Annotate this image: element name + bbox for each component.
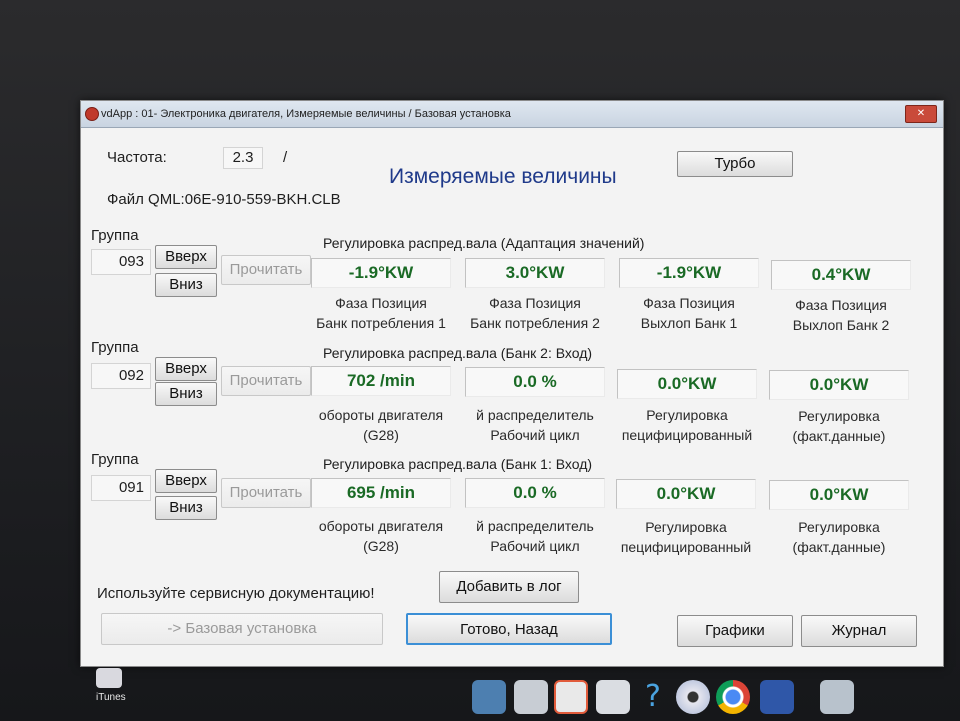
- app-icon: [85, 107, 99, 121]
- chrome-icon[interactable]: [716, 680, 750, 714]
- group-number-field[interactable]: 091: [91, 475, 151, 501]
- value-desc-line2: Рабочий цикл: [490, 427, 580, 443]
- group-label: Группа: [91, 451, 139, 468]
- value-desc-line2: Банк потребления 1: [316, 315, 446, 331]
- group-up-button[interactable]: Вверх: [155, 357, 217, 381]
- turbo-button[interactable]: Турбо: [677, 151, 793, 177]
- frequency-separator: /: [283, 149, 288, 166]
- service-note: Используйте сервисную документацию!: [97, 585, 375, 602]
- disc-icon[interactable]: [676, 680, 710, 714]
- group-down-button[interactable]: Вниз: [155, 382, 217, 406]
- add-to-log-button[interactable]: Добавить в лог: [439, 571, 579, 603]
- value-desc-line1: Фаза Позиция: [795, 297, 887, 313]
- book-icon[interactable]: [760, 680, 794, 714]
- value-cell: 0.4°KW: [771, 260, 911, 290]
- read-button[interactable]: Прочитать: [221, 366, 311, 396]
- group-label: Группа: [91, 339, 139, 356]
- value-desc-line2: (факт.данные): [792, 428, 886, 444]
- close-button[interactable]: ✕: [905, 105, 937, 123]
- value-cell: 702 /min: [311, 366, 451, 396]
- journal-button[interactable]: Журнал: [801, 615, 917, 647]
- value-cell: 695 /min: [311, 478, 451, 508]
- group-down-button[interactable]: Вниз: [155, 496, 217, 520]
- value-cell: 0.0°KW: [617, 369, 757, 399]
- group-label: Группа: [91, 227, 139, 244]
- folder-icon[interactable]: [514, 680, 548, 714]
- group-caption: Регулировка распред.вала (Банк 1: Вход): [323, 456, 593, 472]
- value-cell: -1.9°KW: [311, 258, 451, 288]
- window-title: vdApp : 01- Электроника двигателя, Измер…: [101, 108, 511, 120]
- frequency-label: Частота:: [107, 149, 167, 166]
- done-back-button[interactable]: Готово, Назад: [406, 613, 612, 645]
- value-cell: 0.0°KW: [769, 480, 909, 510]
- app-window: vdApp : 01- Электроника двигателя, Измер…: [80, 100, 944, 667]
- group-up-button[interactable]: Вверх: [155, 469, 217, 493]
- value-desc-line1: Фаза Позиция: [335, 295, 427, 311]
- value-desc-line2: пецифицированный: [620, 539, 752, 555]
- value-desc-line2: Рабочий цикл: [490, 538, 580, 554]
- frequency-value: 2.3: [223, 147, 263, 169]
- help-icon[interactable]: ?: [636, 680, 670, 714]
- value-desc-line1: Фаза Позиция: [489, 295, 581, 311]
- value-cell: -1.9°KW: [619, 258, 759, 288]
- itunes-label: iTunes: [96, 692, 126, 703]
- value-desc-line2: (факт.данные): [792, 539, 886, 555]
- group-caption: Регулировка распред.вала (Адаптация знач…: [323, 235, 645, 251]
- value-cell: 0.0°KW: [616, 479, 756, 509]
- value-desc-line1: Регулировка: [645, 519, 727, 535]
- value-desc-line2: Банк потребления 2: [470, 315, 600, 331]
- value-desc-line1: обороты двигателя: [318, 407, 444, 423]
- value-desc-line1: Регулировка: [798, 519, 880, 535]
- value-desc-line1: Фаза Позиция: [643, 295, 735, 311]
- computer-icon[interactable]: [472, 680, 506, 714]
- title-bar: vdApp : 01- Электроника двигателя, Измер…: [81, 101, 943, 128]
- basic-setting-button[interactable]: -> Базовая установка: [101, 613, 383, 645]
- value-desc-line2: Выхлоп Банк 1: [640, 315, 738, 331]
- group-caption: Регулировка распред.вала (Банк 2: Вход): [323, 345, 593, 361]
- read-button[interactable]: Прочитать: [221, 255, 311, 285]
- itunes-desktop-icon[interactable]: iTunes: [90, 668, 130, 708]
- itunes-icon: [96, 668, 122, 688]
- value-desc-line1: й распределитель: [476, 518, 594, 534]
- group-up-button[interactable]: Вверх: [155, 245, 217, 269]
- group-down-button[interactable]: Вниз: [155, 273, 217, 297]
- trash-icon[interactable]: [820, 680, 854, 714]
- file-label: Файл QML:06E-910-559-BKH.CLB: [107, 191, 341, 208]
- read-button[interactable]: Прочитать: [221, 478, 311, 508]
- camera-icon[interactable]: [596, 680, 630, 714]
- vdapp-taskbar-icon[interactable]: [554, 680, 588, 714]
- value-desc-line1: Регулировка: [646, 407, 728, 423]
- group-number-field[interactable]: 092: [91, 363, 151, 389]
- value-cell: 0.0 %: [465, 478, 605, 508]
- value-desc-line1: й распределитель: [476, 407, 594, 423]
- group-number-field[interactable]: 093: [91, 249, 151, 275]
- value-cell: 0.0°KW: [769, 370, 909, 400]
- value-desc-line2: пецифицированный: [621, 427, 753, 443]
- value-desc-line2: (G28): [363, 538, 399, 554]
- value-desc-line1: Регулировка: [798, 408, 880, 424]
- value-desc-line2: (G28): [363, 427, 399, 443]
- value-cell: 0.0 %: [465, 367, 605, 397]
- page-title: Измеряемые величины: [389, 165, 617, 188]
- value-desc-line2: Выхлоп Банк 2: [792, 317, 890, 333]
- value-desc-line1: обороты двигателя: [318, 518, 444, 534]
- graphs-button[interactable]: Графики: [677, 615, 793, 647]
- value-cell: 3.0°KW: [465, 258, 605, 288]
